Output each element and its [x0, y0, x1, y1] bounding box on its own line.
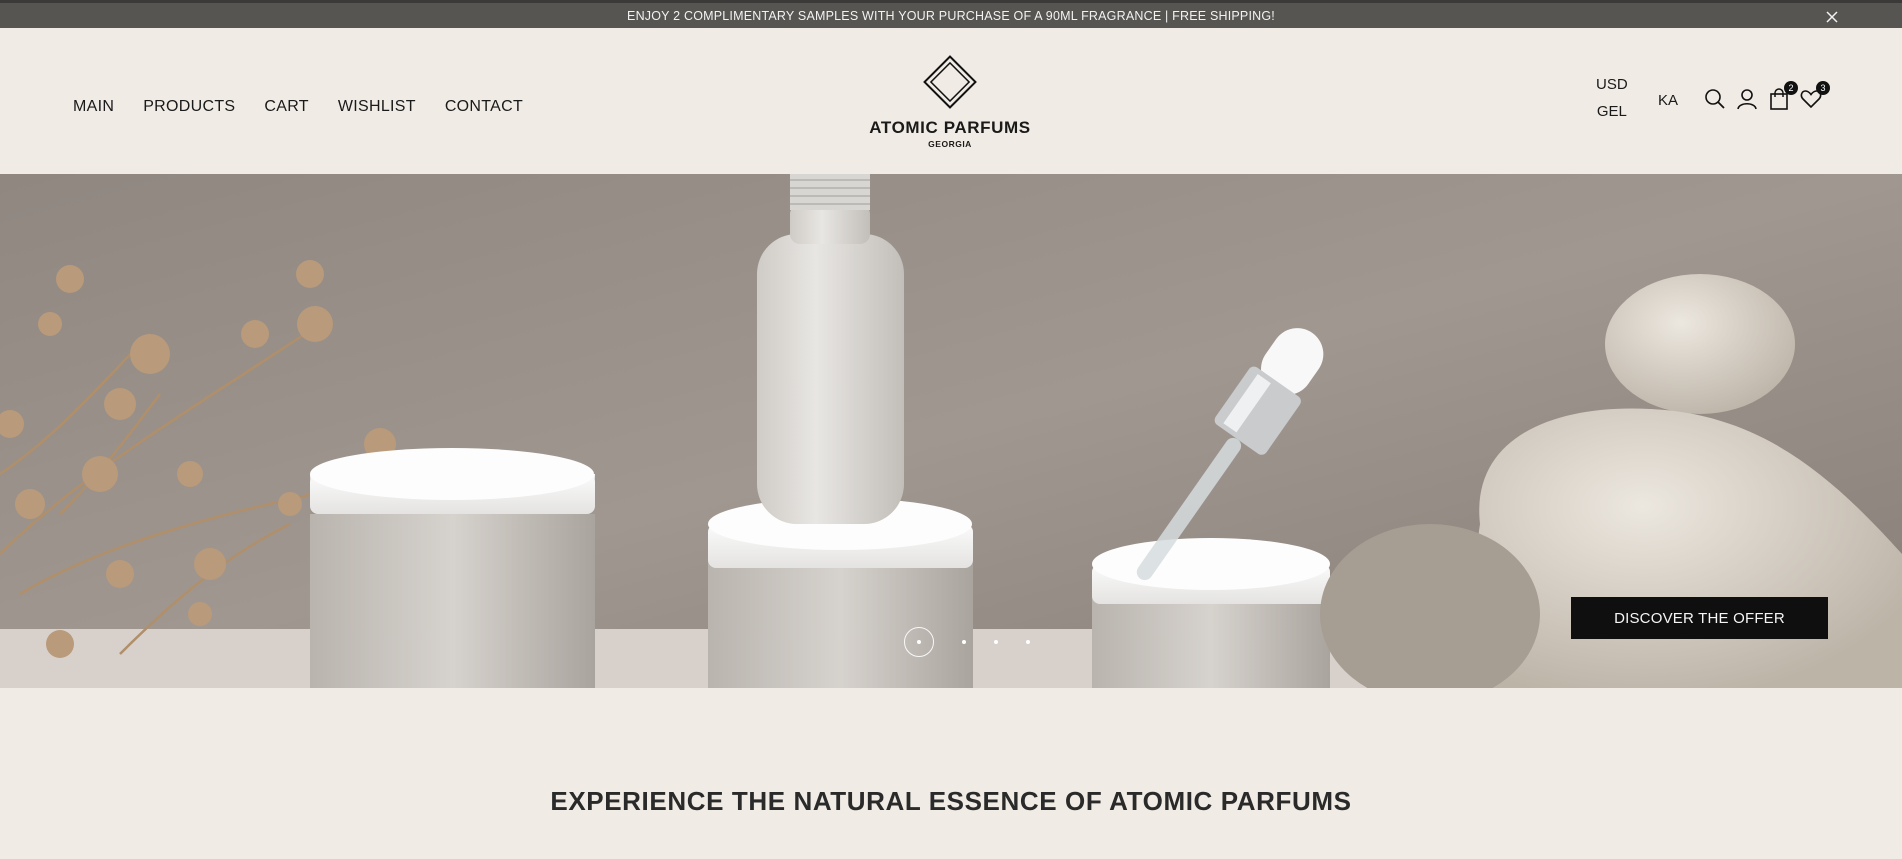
- cart-count-badge: 2: [1784, 81, 1798, 95]
- currency-option-gel[interactable]: GEL: [1597, 103, 1627, 120]
- carousel-dot-2[interactable]: [962, 640, 966, 644]
- logo-name: ATOMIC PARFUMS: [869, 118, 1031, 137]
- logo-subtitle: GEORGIA: [928, 139, 972, 149]
- user-icon[interactable]: [1736, 87, 1758, 111]
- section-headline: EXPERIENCE THE NATURAL ESSENCE OF ATOMIC…: [550, 786, 1352, 816]
- nav-item-wishlist[interactable]: WISHLIST: [338, 98, 416, 116]
- carousel-dots: [904, 627, 1030, 657]
- diamond-logo-icon: [923, 55, 977, 109]
- close-icon[interactable]: [1822, 7, 1842, 27]
- site-header: MAIN PRODUCTS CART WISHLIST CONTACT ATOM…: [0, 28, 1902, 174]
- nav-item-contact[interactable]: CONTACT: [445, 98, 523, 116]
- hero-banner: DISCOVER THE OFFER: [0, 174, 1902, 688]
- carousel-dot-3[interactable]: [994, 640, 998, 644]
- main-nav: MAIN PRODUCTS CART WISHLIST CONTACT: [73, 98, 552, 116]
- site-logo[interactable]: ATOMIC PARFUMS GEORGIA: [860, 50, 1040, 150]
- currency-switcher: USD GEL: [1596, 76, 1628, 120]
- carousel-dot-1[interactable]: [904, 627, 934, 657]
- shopping-bag-icon[interactable]: 2: [1768, 81, 1798, 111]
- language-switcher[interactable]: KA: [1658, 92, 1678, 109]
- currency-option-usd[interactable]: USD: [1596, 76, 1628, 93]
- search-icon[interactable]: [1704, 87, 1726, 111]
- nav-item-products[interactable]: PRODUCTS: [143, 98, 235, 116]
- announcement-text: ENJOY 2 COMPLIMENTARY SAMPLES WITH YOUR …: [627, 8, 1275, 23]
- carousel-dot-4[interactable]: [1026, 640, 1030, 644]
- header-icons: 2 3: [1704, 81, 1830, 111]
- nav-item-main[interactable]: MAIN: [73, 98, 114, 116]
- discover-offer-button[interactable]: DISCOVER THE OFFER: [1571, 597, 1828, 639]
- wishlist-count-badge: 3: [1816, 81, 1830, 95]
- heart-icon[interactable]: 3: [1800, 81, 1830, 111]
- nav-item-cart[interactable]: CART: [264, 98, 308, 116]
- announcement-bar: ENJOY 2 COMPLIMENTARY SAMPLES WITH YOUR …: [0, 0, 1902, 28]
